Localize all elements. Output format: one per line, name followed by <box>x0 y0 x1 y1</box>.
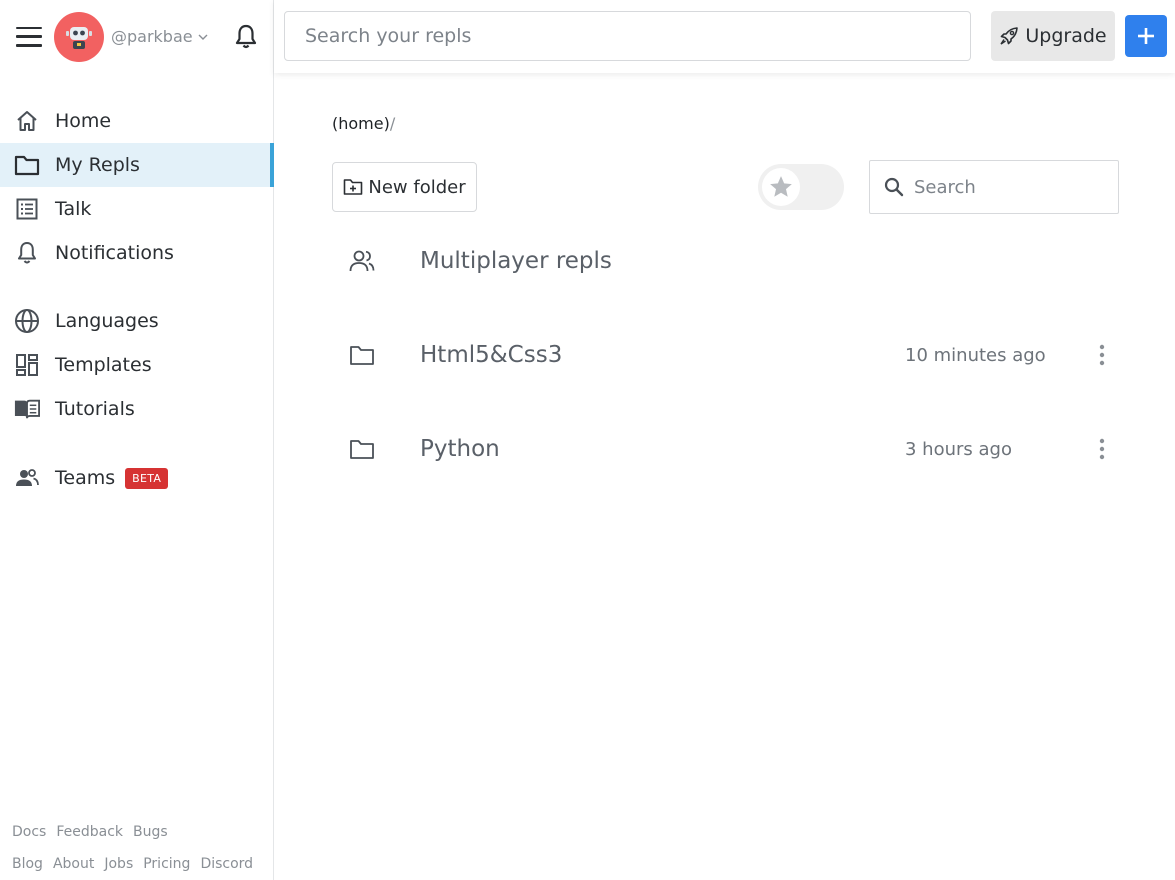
breadcrumb-separator: / <box>389 114 396 133</box>
item-name: Html5&Css3 <box>420 342 563 368</box>
sidebar-item-talk[interactable]: Talk <box>0 187 273 231</box>
username: @parkbae <box>111 27 193 46</box>
footer-link-discord[interactable]: Discord <box>200 856 253 872</box>
sidebar-item-label: Teams <box>55 467 116 489</box>
list-item[interactable]: Python 3 hours ago <box>332 419 1119 479</box>
folder-icon <box>332 325 392 385</box>
item-modified-time: 10 minutes ago <box>905 344 1046 366</box>
more-options-icon[interactable] <box>1092 434 1112 464</box>
footer-link-about[interactable]: About <box>53 856 94 872</box>
sidebar-item-home[interactable]: Home <box>0 99 273 143</box>
book-icon <box>14 396 40 422</box>
user-menu[interactable]: @parkbae <box>111 27 209 46</box>
folder-icon <box>332 419 392 479</box>
footer-link-feedback[interactable]: Feedback <box>56 824 123 840</box>
sidebar-item-label: Notifications <box>55 242 174 264</box>
beta-badge: BETA <box>125 467 169 489</box>
sidebar-nav: Home My Repls Talk Notifications Languag… <box>0 99 274 500</box>
folder-icon <box>14 152 40 178</box>
list-item[interactable]: Multiplayer repls <box>332 231 1119 291</box>
breadcrumb-home[interactable]: (home) <box>332 114 390 133</box>
sidebar-item-label: Templates <box>55 354 152 376</box>
users-icon <box>332 231 392 291</box>
footer-links: Docs Feedback Bugs Blog About Jobs Prici… <box>12 816 267 880</box>
footer-link-pricing[interactable]: Pricing <box>143 856 190 872</box>
sidebar-item-languages[interactable]: Languages <box>0 299 273 343</box>
avatar[interactable] <box>54 11 104 62</box>
item-modified-time: 3 hours ago <box>905 438 1012 460</box>
item-name: Python <box>420 436 500 462</box>
new-folder-button[interactable]: New folder <box>332 162 477 212</box>
menu-icon[interactable] <box>16 26 42 47</box>
users-icon <box>14 465 40 491</box>
star-icon <box>770 176 792 197</box>
sidebar-item-templates[interactable]: Templates <box>0 343 273 387</box>
footer-row: Blog About Jobs Pricing Discord <box>12 848 267 880</box>
footer-link-jobs[interactable]: Jobs <box>104 856 133 872</box>
more-options-icon[interactable] <box>1092 340 1112 370</box>
home-icon <box>14 108 40 134</box>
footer-link-docs[interactable]: Docs <box>12 824 46 840</box>
starred-filter-toggle[interactable] <box>758 164 844 210</box>
bell-icon <box>14 240 40 266</box>
notifications-bell-icon[interactable] <box>233 24 259 50</box>
sidebar-item-notifications[interactable]: Notifications <box>0 231 273 275</box>
sidebar: @parkbae Home My Repls Talk Notification… <box>0 0 274 880</box>
sidebar-header: @parkbae <box>0 0 273 73</box>
sidebar-item-label: My Repls <box>55 154 140 176</box>
breadcrumb: (home)/ <box>332 114 395 133</box>
footer-row: Docs Feedback Bugs <box>12 816 267 848</box>
item-name: Multiplayer repls <box>420 248 612 274</box>
upgrade-button[interactable]: Upgrade <box>991 11 1115 61</box>
sidebar-item-teams[interactable]: Teams BETA <box>0 456 273 500</box>
footer-link-blog[interactable]: Blog <box>12 856 43 872</box>
sidebar-item-tutorials[interactable]: Tutorials <box>0 387 273 431</box>
sidebar-item-label: Home <box>55 110 112 132</box>
folder-plus-icon <box>344 179 363 195</box>
sidebar-item-my-repls[interactable]: My Repls <box>0 143 274 187</box>
templates-icon <box>14 352 40 378</box>
top-bar: Upgrade <box>274 0 1175 73</box>
search-input[interactable] <box>914 176 1104 198</box>
rocket-icon <box>1000 27 1019 45</box>
sidebar-item-label: Languages <box>55 310 159 332</box>
create-repl-button[interactable] <box>1125 15 1167 57</box>
sidebar-item-label: Tutorials <box>55 398 135 420</box>
list-item[interactable]: Html5&Css3 10 minutes ago <box>332 325 1119 385</box>
main-content: (home)/ New folder Multiplayer repls Htm… <box>274 73 1175 880</box>
search-icon <box>884 177 904 197</box>
globe-icon <box>14 308 40 334</box>
search-repls-input[interactable] <box>284 11 971 61</box>
sidebar-item-label: Talk <box>55 198 92 220</box>
chevron-down-icon <box>198 34 208 40</box>
list-icon <box>14 196 40 222</box>
new-folder-label: New folder <box>368 176 466 198</box>
upgrade-label: Upgrade <box>1025 25 1107 47</box>
footer-link-bugs[interactable]: Bugs <box>133 824 168 840</box>
robot-avatar-icon <box>66 26 92 49</box>
plus-icon <box>1138 28 1154 44</box>
folder-search <box>869 160 1119 214</box>
toggle-knob <box>762 168 800 206</box>
